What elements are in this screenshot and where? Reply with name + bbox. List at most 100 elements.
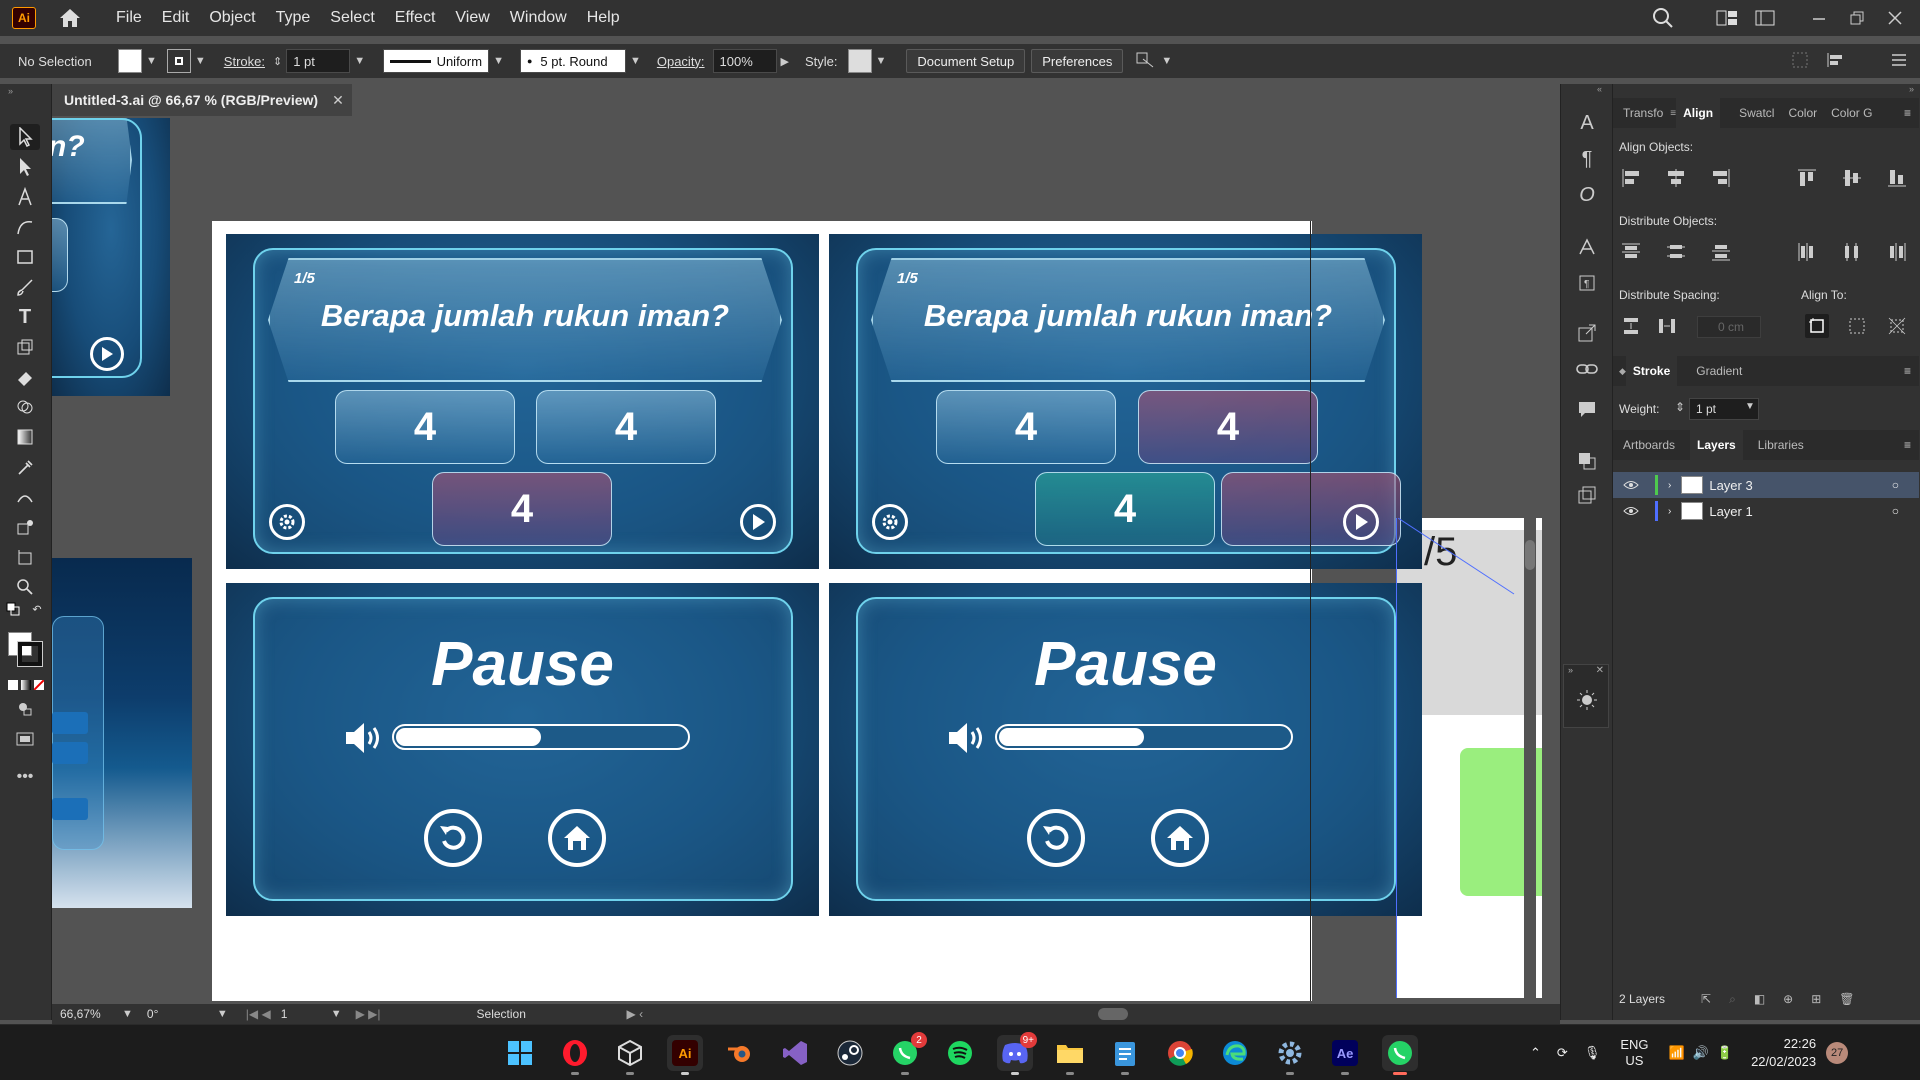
distribute-vertical-center-icon[interactable]	[1664, 240, 1688, 264]
distribute-horizontal-center-icon[interactable]	[1840, 240, 1864, 264]
rotation-value[interactable]: 0°	[147, 1007, 213, 1021]
target-icon[interactable]: ○	[1892, 478, 1899, 492]
graphic-style-swatch[interactable]	[847, 49, 872, 73]
tab-artboards[interactable]: Artboards	[1613, 438, 1682, 452]
character-styles-icon[interactable]	[1573, 234, 1601, 260]
artboard-tool-icon[interactable]	[10, 334, 40, 360]
artboards-icon[interactable]	[1573, 482, 1601, 508]
export-icon[interactable]: ⇱	[1701, 992, 1711, 1006]
tab-libraries[interactable]: Libraries	[1751, 438, 1811, 452]
chevron-down-icon[interactable]: ▼	[1745, 401, 1755, 412]
vertical-scrollbar[interactable]	[1524, 118, 1536, 998]
arrange-icon[interactable]	[1135, 51, 1157, 72]
blend-tool-icon[interactable]	[10, 484, 40, 510]
tab-stroke[interactable]: Stroke	[1625, 356, 1678, 386]
screen-mode-icon[interactable]	[10, 726, 40, 752]
layer-name[interactable]: Layer 1	[1709, 504, 1752, 519]
tab-color[interactable]: Color	[1781, 106, 1824, 120]
document-setup-button[interactable]: Document Setup	[906, 49, 1026, 73]
pen-tool-icon[interactable]	[10, 184, 40, 210]
panel-menu-icon[interactable]: ≡	[1904, 438, 1911, 452]
menu-type[interactable]: Type	[266, 0, 321, 36]
battery-icon[interactable]: 🔋	[1717, 1045, 1733, 1061]
visual-studio-icon[interactable]	[777, 1035, 813, 1071]
spacing-value-field[interactable]: 0 cm	[1697, 316, 1761, 338]
horizontal-scroll-thumb[interactable]	[1098, 1008, 1128, 1020]
tab-swatches[interactable]: Swatcl	[1732, 106, 1781, 120]
menu-object[interactable]: Object	[199, 0, 265, 36]
rectangle-tool-icon[interactable]	[10, 244, 40, 270]
tab-transform[interactable]: Transfo	[1613, 106, 1670, 120]
chevron-down-icon[interactable]: ▼	[876, 55, 887, 67]
transform-icon[interactable]	[1792, 52, 1808, 71]
distribute-bottom-icon[interactable]	[1709, 240, 1733, 264]
variable-width-profile[interactable]: Uniform	[383, 49, 490, 73]
align-distribute-icon[interactable]	[1826, 52, 1846, 71]
stepper-icon[interactable]: ⇕	[1675, 400, 1685, 414]
delete-layer-icon[interactable]: 🗑	[1839, 992, 1854, 1006]
collapse-icon[interactable]: »	[1568, 665, 1573, 675]
align-vertical-center-icon[interactable]	[1840, 166, 1864, 190]
color-mode-icon[interactable]	[8, 680, 18, 690]
vertical-distribute-space-icon[interactable]	[1619, 314, 1643, 338]
last-artboard-icon[interactable]: ▶ ▶|	[356, 1007, 381, 1021]
collapse-section-icon[interactable]: ◆	[1619, 366, 1626, 377]
slice-tool-icon[interactable]	[10, 544, 40, 570]
edge-icon[interactable]	[1217, 1035, 1253, 1071]
stroke-swatch[interactable]	[166, 49, 191, 73]
expand-layer-icon[interactable]: ›	[1668, 480, 1671, 491]
gradient-tool-icon[interactable]	[10, 424, 40, 450]
illustrator-taskbar-icon[interactable]: Ai	[667, 1035, 703, 1075]
align-to-artboard-icon[interactable]	[1885, 314, 1909, 338]
default-colors-icon[interactable]	[6, 602, 20, 616]
align-left-icon[interactable]	[1619, 166, 1643, 190]
restore-icon[interactable]	[1842, 3, 1872, 33]
chevron-down-icon[interactable]: ▼	[331, 1008, 342, 1020]
tab-gradient[interactable]: Gradient	[1689, 364, 1749, 378]
artboard-number[interactable]: 1	[281, 1007, 327, 1021]
preferences-button[interactable]: Preferences	[1031, 49, 1124, 73]
menu-window[interactable]: Window	[500, 0, 577, 36]
expand-layer-icon[interactable]: ›	[1668, 506, 1671, 517]
settings-icon[interactable]	[1272, 1035, 1308, 1075]
canvas[interactable]: n? 1/5 Berapa jumlah rukun iman? 4 4 4	[52, 118, 1542, 1018]
close-tab-icon[interactable]: ✕	[332, 92, 344, 109]
notepad-icon[interactable]	[1107, 1035, 1143, 1075]
chevron-down-icon[interactable]: ▼	[493, 55, 504, 67]
more-tools-icon[interactable]: •••	[10, 764, 40, 790]
tab-color-guide[interactable]: Color G	[1824, 106, 1879, 120]
target-icon[interactable]: ○	[1892, 504, 1899, 518]
input-language[interactable]: ENG US	[1620, 1037, 1648, 1069]
stepper-icon[interactable]: ⇕	[273, 55, 282, 68]
chevron-down-icon[interactable]: ▼	[146, 55, 157, 67]
selection-tool-icon[interactable]	[10, 124, 40, 150]
paragraph-styles-icon[interactable]: ¶	[1573, 270, 1601, 296]
after-effects-icon[interactable]: Ae	[1327, 1035, 1363, 1075]
chevron-down-icon[interactable]: ▼	[122, 1008, 133, 1020]
collapse-icon[interactable]: »	[8, 86, 13, 96]
swap-colors-icon[interactable]: ↶	[30, 602, 44, 616]
chevron-down-icon[interactable]: ▼	[195, 55, 206, 67]
distribute-left-icon[interactable]	[1795, 240, 1819, 264]
color-mode-icons[interactable]	[8, 680, 44, 690]
paragraph-panel-icon[interactable]: ¶	[1573, 146, 1601, 172]
layer-row[interactable]: › Layer 3 ○	[1613, 472, 1919, 498]
export-icon[interactable]	[1573, 320, 1601, 346]
stroke-weight-field[interactable]: 1 pt	[286, 49, 351, 73]
spotify-icon[interactable]	[942, 1035, 978, 1071]
zoom-tool-icon[interactable]	[10, 574, 40, 600]
chevron-down-icon[interactable]: ▼	[1161, 55, 1172, 67]
chrome-icon[interactable]	[1162, 1035, 1198, 1071]
tab-layers[interactable]: Layers	[1690, 430, 1743, 460]
locate-object-icon[interactable]: ⌕	[1729, 992, 1736, 1007]
notification-count[interactable]: 27	[1826, 1042, 1849, 1064]
workspace-icon[interactable]	[1750, 3, 1780, 33]
brightness-icon[interactable]	[1576, 689, 1598, 714]
symbol-sprayer-tool-icon[interactable]	[10, 514, 40, 540]
links-icon[interactable]	[1573, 356, 1601, 382]
opentype-panel-icon[interactable]: O	[1573, 182, 1601, 208]
microphone-icon[interactable]: 🎙	[1584, 1045, 1601, 1061]
discord-icon[interactable]: 9+	[997, 1032, 1037, 1075]
fill-swatch[interactable]	[118, 49, 142, 73]
align-right-icon[interactable]	[1709, 166, 1733, 190]
